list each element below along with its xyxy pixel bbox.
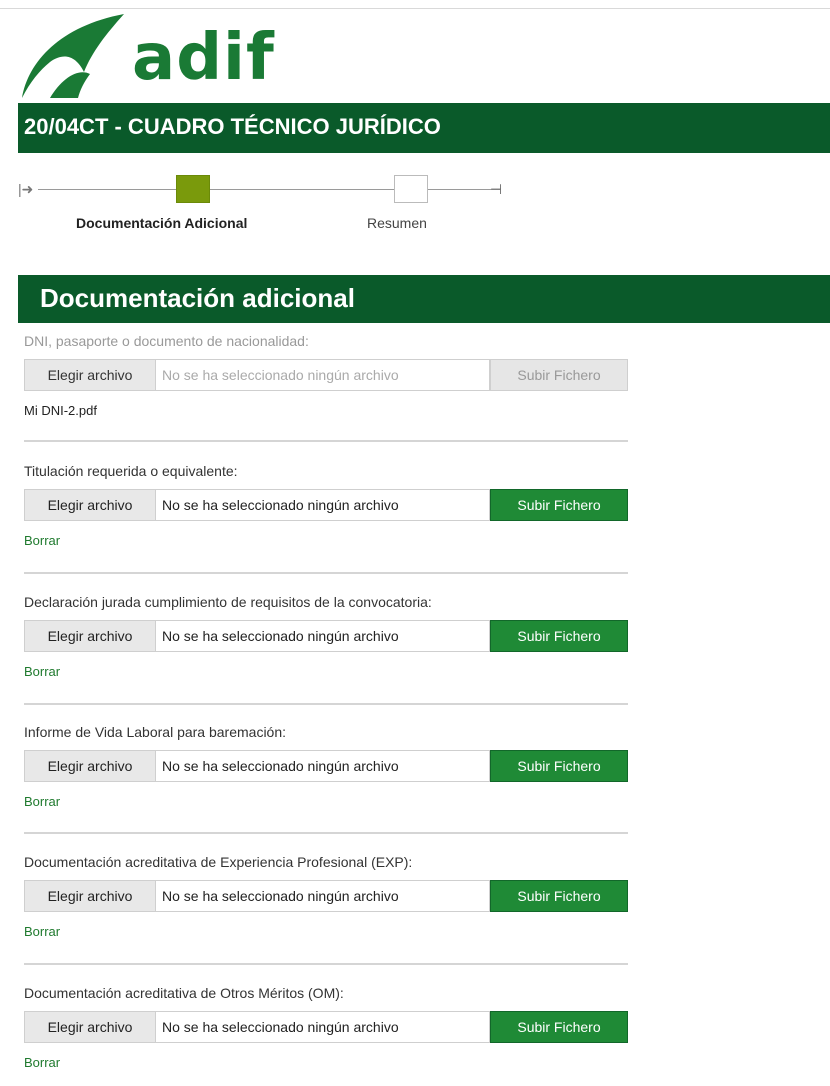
adif-leaf-icon [22,14,124,98]
file-input-row: Elegir archivo No se ha seleccionado nin… [24,880,628,912]
choose-file-button[interactable]: Elegir archivo [24,1011,156,1043]
logo-wordmark: adif [132,21,275,95]
stepper-start-icon: |➜ [18,181,34,197]
file-input-row: Elegir archivo No se ha seleccionado nin… [24,359,628,391]
upload-file-button[interactable]: Subir Fichero [490,750,628,782]
file-input-row: Elegir archivo No se ha seleccionado nin… [24,489,628,521]
section-divider [24,440,628,442]
document-label: Declaración jurada cumplimiento de requi… [24,594,432,610]
step-resumen-marker[interactable] [394,175,428,203]
uploaded-file-name[interactable]: Mi DNI-2.pdf [24,403,97,418]
step-resumen-label[interactable]: Resumen [367,215,427,231]
delete-link[interactable]: Borrar [24,1055,60,1070]
document-label: Informe de Vida Laboral para baremación: [24,724,287,740]
upload-file-button[interactable]: Subir Fichero [490,880,628,912]
section-title: Documentación adicional [40,283,355,313]
upload-file-button[interactable]: Subir Fichero [490,620,628,652]
section-header: Documentación adicional [18,275,830,323]
stepper-line [38,189,500,190]
step-documentacion-marker[interactable] [176,175,210,203]
file-name-field: No se ha seleccionado ningún archivo [156,359,490,391]
document-label: Documentación acreditativa de Otros Méri… [24,985,344,1001]
file-name-field: No se ha seleccionado ningún archivo [156,489,490,521]
choose-file-button[interactable]: Elegir archivo [24,750,156,782]
section-divider [24,572,628,574]
file-input-row: Elegir archivo No se ha seleccionado nin… [24,750,628,782]
page-title-bar: 20/04CT - CUADRO TÉCNICO JURÍDICO [18,103,830,153]
document-label: Documentación acreditativa de Experienci… [24,854,413,870]
section-divider [24,703,628,705]
choose-file-button[interactable]: Elegir archivo [24,489,156,521]
page-title: 20/04CT - CUADRO TÉCNICO JURÍDICO [24,114,441,139]
top-divider [0,8,830,9]
choose-file-button[interactable]: Elegir archivo [24,620,156,652]
step-documentacion-label[interactable]: Documentación Adicional [76,215,247,231]
upload-file-button[interactable]: Subir Fichero [490,359,628,391]
delete-link[interactable]: Borrar [24,533,60,548]
upload-file-button[interactable]: Subir Fichero [490,1011,628,1043]
choose-file-button[interactable]: Elegir archivo [24,880,156,912]
section-divider [24,963,628,965]
adif-logo[interactable]: adif [20,12,310,102]
delete-link[interactable]: Borrar [24,924,60,939]
file-input-row: Elegir archivo No se ha seleccionado nin… [24,620,628,652]
file-name-field: No se ha seleccionado ningún archivo [156,620,490,652]
file-name-field: No se ha seleccionado ningún archivo [156,880,490,912]
file-input-row: Elegir archivo No se ha seleccionado nin… [24,1011,628,1043]
section-divider [24,832,628,834]
delete-link[interactable]: Borrar [24,664,60,679]
document-label: Titulación requerida o equivalente: [24,463,238,479]
upload-file-button[interactable]: Subir Fichero [490,489,628,521]
stepper-end-icon: ⊣ [490,181,503,197]
file-name-field: No se ha seleccionado ningún archivo [156,1011,490,1043]
file-name-field: No se ha seleccionado ningún archivo [156,750,490,782]
document-label: DNI, pasaporte o documento de nacionalid… [24,333,309,349]
progress-stepper: |➜ ⊣ Documentación Adicional Resumen [18,170,518,240]
delete-link[interactable]: Borrar [24,794,60,809]
choose-file-button[interactable]: Elegir archivo [24,359,156,391]
